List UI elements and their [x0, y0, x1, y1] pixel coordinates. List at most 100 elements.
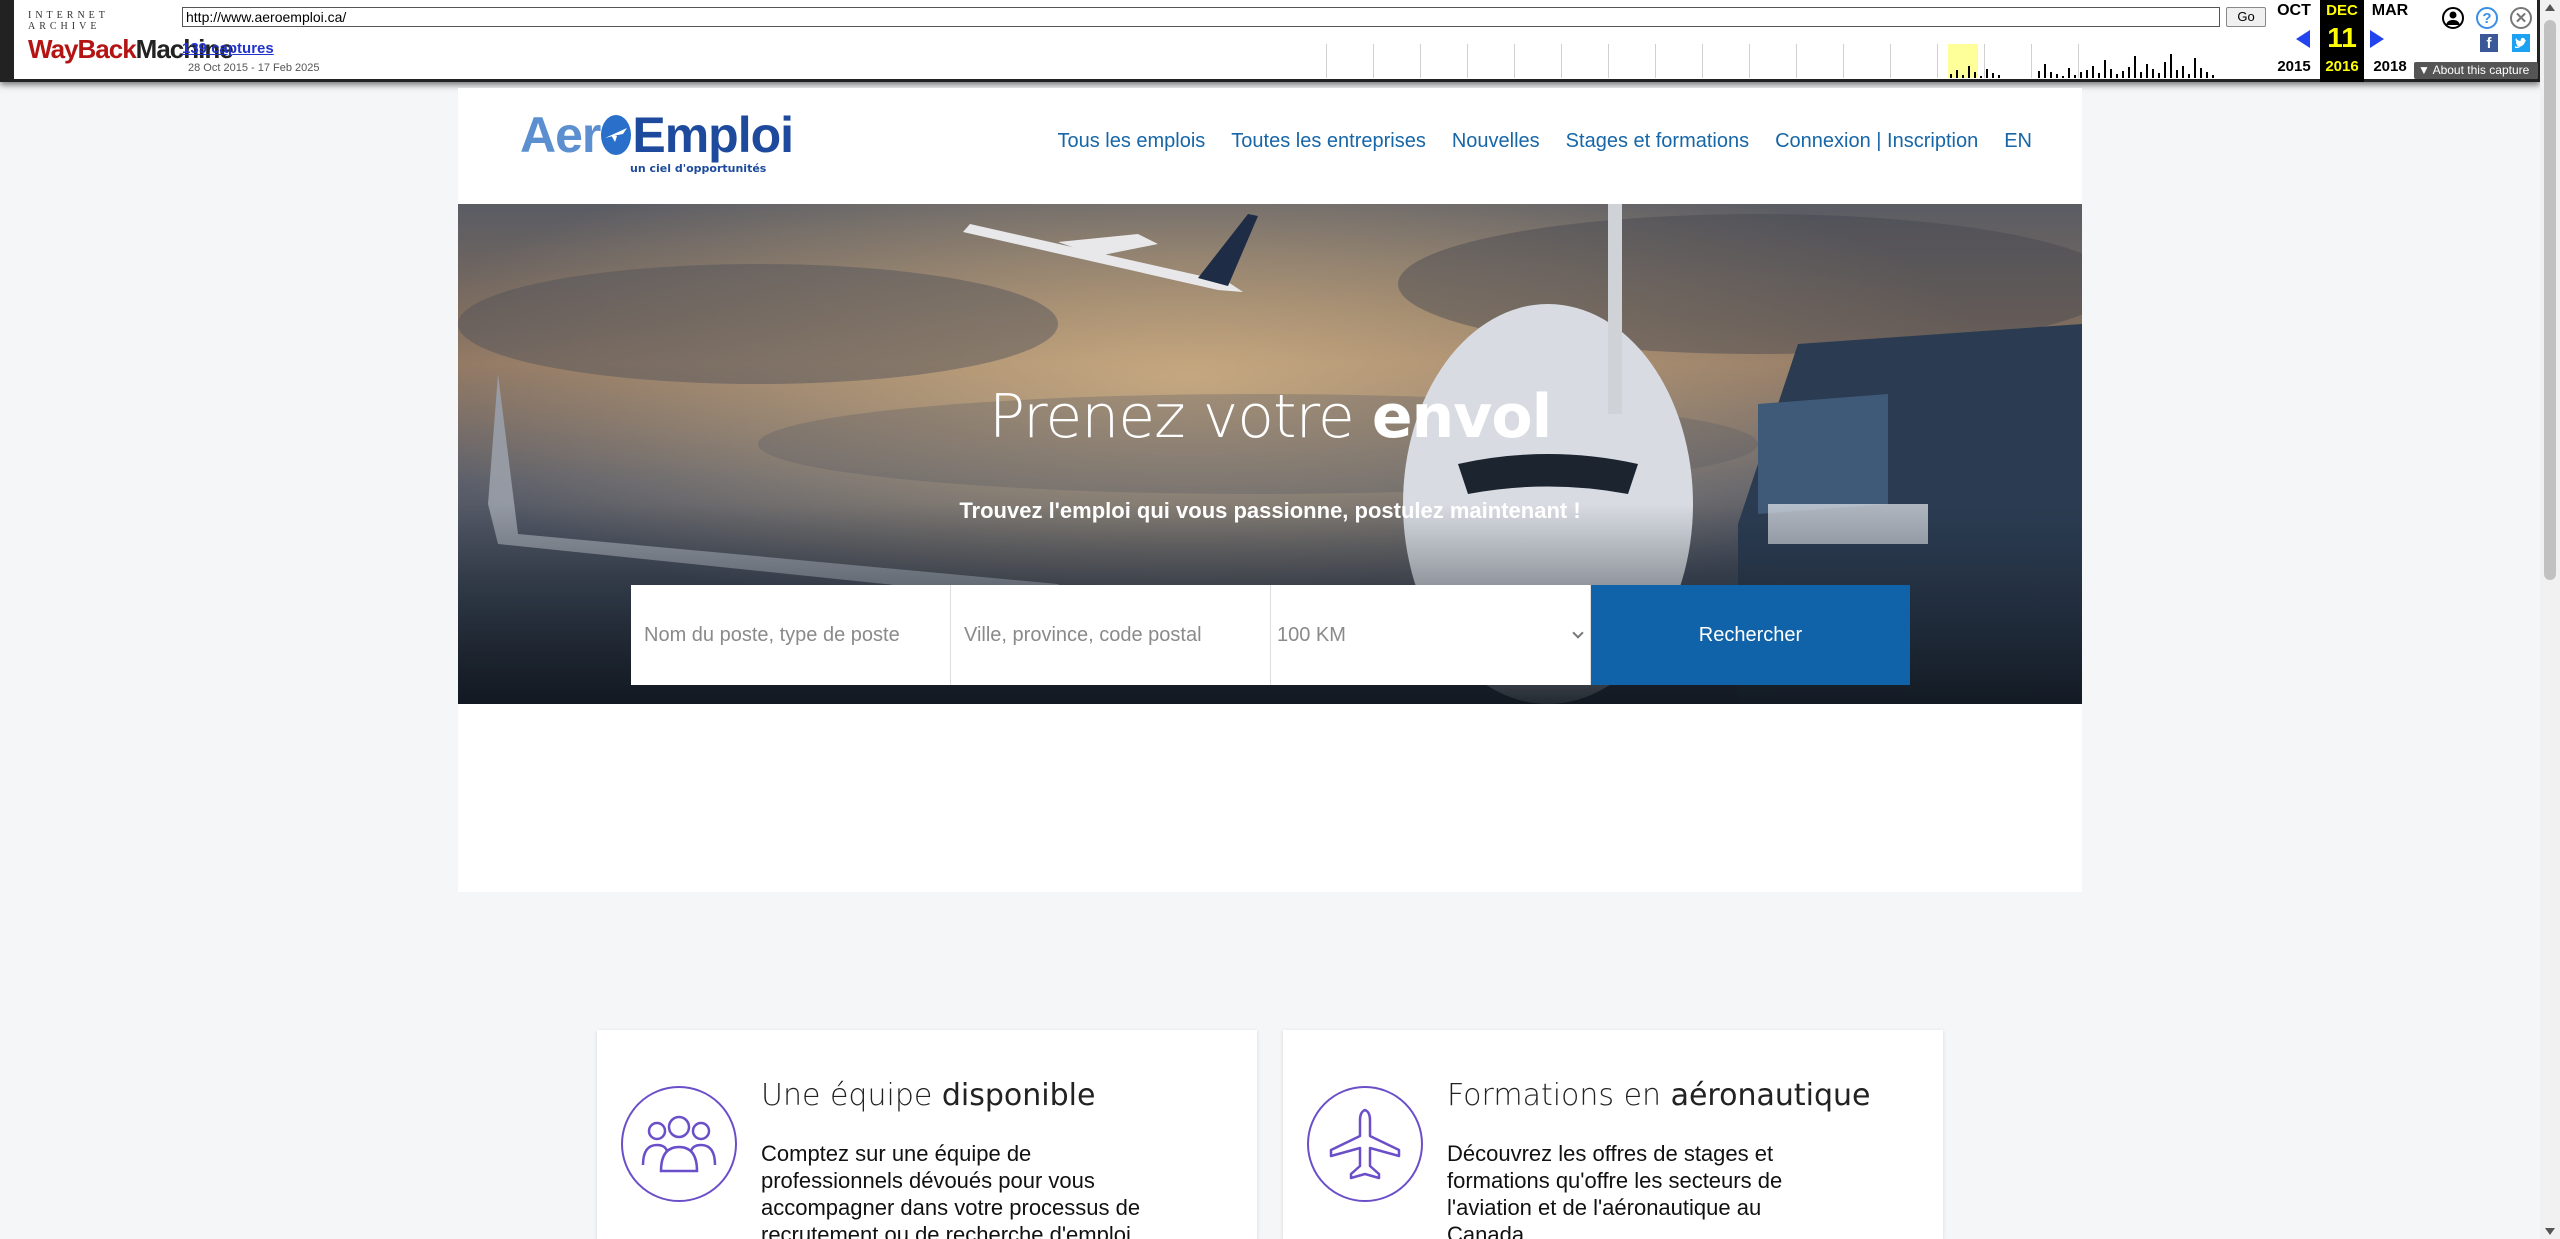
wayback-prev-month[interactable]: OCT — [2270, 2, 2318, 20]
nav-all-companies[interactable]: Toutes les entreprises — [1231, 130, 1426, 153]
feature-title-team-light: Une équipe — [761, 1078, 942, 1113]
scroll-up-icon[interactable] — [2545, 4, 2555, 11]
sparkline-bar — [2164, 62, 2166, 78]
sparkline-bar — [2116, 74, 2118, 78]
next-capture-arrow-icon[interactable] — [2370, 30, 2384, 48]
sparkline-year-divider — [1514, 44, 1515, 78]
feature-title-training-light: Formations en — [1447, 1078, 1671, 1113]
triangle-down-icon: ▼ — [2418, 63, 2433, 77]
sparkline-year-divider — [1937, 44, 1938, 78]
sparkline-bar — [2038, 71, 2040, 78]
wayback-prev-year[interactable]: 2015 — [2270, 58, 2318, 75]
feature-card-team: Une équipe disponible Comptez sur une éq… — [597, 1030, 1257, 1239]
nav-language[interactable]: EN — [2004, 130, 2032, 153]
scroll-down-icon[interactable] — [2545, 1228, 2555, 1235]
sparkline-year-divider — [1561, 44, 1562, 78]
wayback-sparkline[interactable] — [1326, 40, 2246, 78]
sparkline-year-divider — [1702, 44, 1703, 78]
wayback-go-button[interactable]: Go — [2226, 7, 2266, 27]
feature-title-team: Une équipe disponible — [761, 1078, 1095, 1113]
sparkline-bar — [2206, 72, 2208, 78]
wayback-logo[interactable]: INTERNET ARCHIVE WayBackMachine — [28, 10, 234, 66]
wayback-next-month[interactable]: MAR — [2366, 2, 2414, 20]
sparkline-bar — [1998, 75, 2000, 78]
nav-news[interactable]: Nouvelles — [1452, 130, 1540, 153]
wayback-url-input[interactable]: http://www.aeroemploi.ca/ — [182, 7, 2220, 27]
sparkline-bar — [2098, 73, 2100, 78]
wayback-cur-year: 2016 — [2325, 58, 2359, 75]
sparkline-year-divider — [1890, 44, 1891, 78]
close-icon[interactable]: ✕ — [2510, 7, 2532, 29]
sparkline-bar — [2170, 54, 2172, 78]
user-icon[interactable] — [2442, 7, 2464, 29]
hero-subtitle: Trouvez l'emploi qui vous passionne, pos… — [959, 498, 1581, 523]
feature-card-training: Formations en aéronautique Découvrez les… — [1283, 1030, 1943, 1239]
sparkline-bar — [2158, 73, 2160, 78]
nav-login-signup[interactable]: Connexion | Inscription — [1775, 130, 1978, 153]
sparkline-bar — [2194, 58, 2196, 78]
sparkline-bar — [1986, 69, 1988, 78]
feature-text-team: Comptez sur une équipe de professionnels… — [761, 1141, 1141, 1239]
wayback-captures-link[interactable]: 139 captures — [182, 40, 274, 57]
location-input[interactable]: Ville, province, code postal — [951, 585, 1271, 685]
site-logo[interactable]: Aer Emploi un ciel d'opportunités — [520, 107, 794, 180]
logo-emploi: Emploi — [632, 107, 794, 163]
sparkline-bar — [2122, 71, 2124, 78]
feature-text-training: Découvrez les offres de stages et format… — [1447, 1141, 1783, 1239]
sparkline-bar — [2086, 70, 2088, 78]
sparkline-bar — [1980, 76, 1982, 78]
sparkline-bar — [2146, 64, 2148, 78]
sparkline-bar — [2188, 74, 2190, 78]
about-capture-button[interactable]: ▼ About this capture — [2414, 62, 2538, 79]
wayback-toolbar: INTERNET ARCHIVE WayBackMachine http://w… — [0, 0, 2540, 82]
sparkline-year-divider — [1467, 44, 1468, 78]
sparkline-bar — [2062, 76, 2064, 78]
facebook-icon[interactable]: f — [2480, 34, 2498, 52]
site-header: Aer Emploi un ciel d'opportunités Tous l… — [458, 88, 2082, 204]
sparkline-bar — [2152, 69, 2154, 78]
nav-internships[interactable]: Stages et formations — [1566, 130, 1749, 153]
sparkline-bar — [1962, 75, 1964, 78]
distance-select[interactable]: 100 KM — [1271, 585, 1591, 685]
sparkline-year-divider — [1608, 44, 1609, 78]
feature-title-training-bold: aéronautique — [1670, 1078, 1871, 1113]
twitter-icon[interactable] — [2512, 34, 2530, 52]
hero-title-bold: envol — [1371, 382, 1552, 452]
job-search-form: Nom du poste, type de poste Ville, provi… — [631, 585, 1910, 685]
job-title-input[interactable]: Nom du poste, type de poste — [631, 585, 951, 685]
wayback-next-year[interactable]: 2018 — [2366, 58, 2414, 75]
sparkline-bar — [2200, 68, 2202, 78]
sparkline-bar — [2134, 56, 2136, 78]
prev-capture-arrow-icon[interactable] — [2296, 30, 2310, 48]
sparkline-year-divider — [1326, 44, 1327, 78]
about-capture-label: About this capture — [2432, 63, 2530, 77]
sparkline-bar — [2068, 68, 2070, 78]
sparkline-bar — [1956, 70, 1958, 78]
wayback-logo-text: WayBackMachine — [28, 34, 234, 64]
hero-title-light: Prenez votre — [988, 382, 1372, 452]
distance-value: 100 KM — [1277, 623, 1346, 646]
sparkline-year-divider — [1655, 44, 1656, 78]
feature-title-training: Formations en aéronautique — [1447, 1078, 1871, 1113]
wayback-cur-month: DEC — [2326, 2, 2358, 19]
sparkline-bar — [1968, 66, 1970, 78]
airplane-globe-icon — [601, 115, 632, 155]
logo-aer: Aer — [520, 107, 601, 163]
logo-tagline: un ciel d'opportunités — [630, 162, 767, 175]
sparkline-bar — [2182, 66, 2184, 78]
main-nav: Tous les emplois Toutes les entreprises … — [1057, 130, 2032, 153]
sparkline-bar — [2140, 72, 2142, 78]
sparkline-year-divider — [1796, 44, 1797, 78]
sparkline-year-divider — [1420, 44, 1421, 78]
sparkline-year-divider — [1749, 44, 1750, 78]
scrollbar-thumb[interactable] — [2544, 20, 2556, 580]
page-scrollbar[interactable] — [2540, 0, 2560, 1239]
feature-title-team-bold: disponible — [941, 1078, 1096, 1113]
nav-all-jobs[interactable]: Tous les emplois — [1057, 130, 1205, 153]
search-button[interactable]: Rechercher — [1591, 585, 1910, 685]
sparkline-year-divider — [2078, 44, 2079, 78]
sparkline-bar — [2044, 64, 2046, 78]
sparkline-bar — [2050, 72, 2052, 78]
sparkline-bar — [2176, 70, 2178, 78]
help-icon[interactable]: ? — [2476, 7, 2498, 29]
